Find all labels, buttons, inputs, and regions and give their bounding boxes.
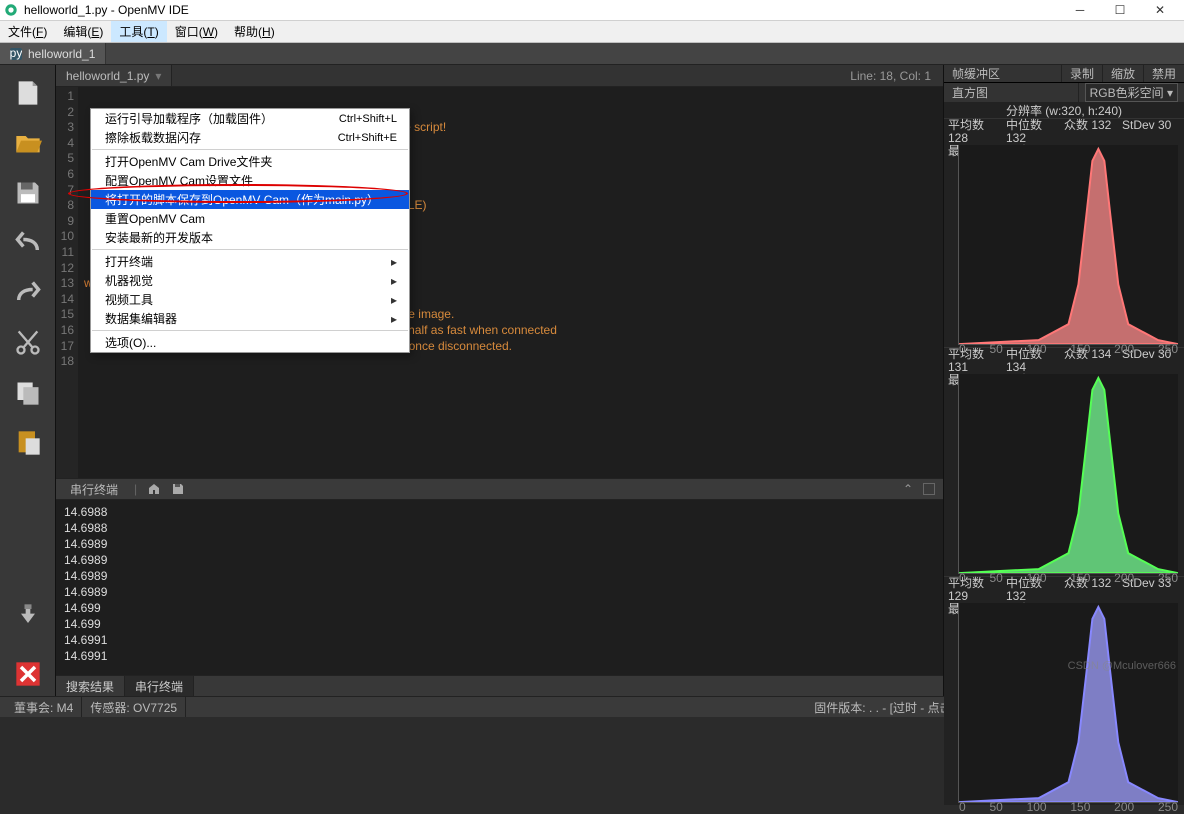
window-title: helloworld_1.py - OpenMV IDE	[24, 3, 1060, 17]
histogram: 平均数 128中位数 132众数 132StDev 30最小 16最大 255L…	[944, 118, 1184, 347]
resolution-label: 分辨率 (w:320, h:240)	[944, 102, 1184, 118]
histogram-header: 直方图 RGB色彩空间 ▾	[944, 83, 1184, 102]
terminal-title: 串行终端	[64, 481, 124, 498]
terminal-collapse-icon[interactable]: ⌃	[903, 482, 913, 496]
stop-icon[interactable]	[14, 660, 42, 688]
menu-item[interactable]: 重置OpenMV Cam	[91, 209, 409, 228]
menu-item[interactable]: 配置OpenMV Cam设置文件	[91, 171, 409, 190]
terminal-save-icon[interactable]	[171, 482, 185, 496]
minimize-button[interactable]: ─	[1060, 0, 1100, 21]
histogram: 平均数 131中位数 134众数 134StDev 30最小 16最大 255L…	[944, 347, 1184, 576]
colorspace-dropdown[interactable]: RGB色彩空间 ▾	[1085, 83, 1178, 102]
new-file-icon[interactable]	[14, 79, 42, 107]
status-segment: 董事会: M4	[6, 697, 82, 717]
connect-icon[interactable]	[14, 602, 42, 630]
editor-infobar: helloworld_1.py ▾ Line: 18, Col: 1	[56, 65, 943, 87]
zoom-button[interactable]: 缩放	[1102, 65, 1143, 82]
file-tab[interactable]: py helloworld_1	[0, 43, 106, 64]
paste-icon[interactable]	[14, 429, 42, 457]
histogram-title: 直方图	[944, 84, 1078, 101]
serial-terminal[interactable]: 14.698814.698814.698914.698914.698914.69…	[56, 500, 943, 675]
tools-menu-dropdown: 运行引导加载程序（加载固件）Ctrl+Shift+L擦除板载数据闪存Ctrl+S…	[90, 108, 410, 353]
file-tab-bar: py helloworld_1	[0, 43, 1184, 65]
maximize-button[interactable]: ☐	[1100, 0, 1140, 21]
bottom-tabs: 搜索结果串行终端	[56, 675, 943, 696]
copy-icon[interactable]	[14, 379, 42, 407]
menu-item[interactable]: 运行引导加载程序（加载固件）Ctrl+Shift+L	[91, 109, 409, 128]
menubar: 文件(F)编辑(E)工具(T)窗口(W)帮助(H)	[0, 21, 1184, 43]
breadcrumb[interactable]: helloworld_1.py ▾	[56, 65, 172, 86]
menu-1[interactable]: 编辑(E)	[55, 21, 111, 42]
right-panel: 帧缓冲区 录制 缩放 禁用 直方图 RGB色彩空间 ▾ 分辨率 (w:320, …	[943, 65, 1184, 696]
menu-item[interactable]: 视频工具▸	[91, 290, 409, 309]
menu-2[interactable]: 工具(T)	[111, 21, 166, 42]
histogram: 平均数 129中位数 132众数 132StDev 33最小 0最大 255LQ…	[944, 576, 1184, 805]
terminal-expand-icon[interactable]	[923, 483, 935, 495]
menu-item[interactable]: 数据集编辑器▸	[91, 309, 409, 328]
menu-item[interactable]: 打开OpenMV Cam Drive文件夹	[91, 152, 409, 171]
framebuffer-header: 帧缓冲区 录制 缩放 禁用	[944, 65, 1184, 82]
app-logo-icon	[4, 3, 18, 17]
menu-0[interactable]: 文件(F)	[0, 21, 55, 42]
python-file-icon: py	[10, 48, 22, 60]
svg-text:py: py	[10, 48, 22, 60]
disable-button[interactable]: 禁用	[1143, 65, 1184, 82]
menu-item[interactable]: 将打开的脚本保存到OpenMV Cam（作为main.py）	[91, 190, 409, 209]
line-gutter: 123456789101112131415161718	[56, 87, 78, 478]
bottom-tab[interactable]: 搜索结果	[56, 676, 125, 696]
menu-item[interactable]: 安装最新的开发版本	[91, 228, 409, 247]
menu-3[interactable]: 窗口(W)	[167, 21, 226, 42]
menu-item[interactable]: 打开终端▸	[91, 252, 409, 271]
cursor-position: Line: 18, Col: 1	[838, 69, 943, 83]
terminal-settings-icon[interactable]	[147, 482, 161, 496]
watermark: CSDN @Mculover666	[1068, 660, 1176, 672]
undo-icon[interactable]	[14, 229, 42, 257]
open-file-icon[interactable]	[14, 129, 42, 157]
left-toolbar	[0, 65, 56, 696]
title-bar: helloworld_1.py - OpenMV IDE ─ ☐ ✕	[0, 0, 1184, 21]
record-button[interactable]: 录制	[1061, 65, 1102, 82]
menu-item[interactable]: 选项(O)...	[91, 333, 409, 352]
file-tab-label: helloworld_1	[28, 47, 95, 61]
framebuffer-title: 帧缓冲区	[944, 65, 1061, 82]
bottom-tab[interactable]: 串行终端	[125, 676, 194, 696]
status-segment: 传感器: OV7725	[82, 697, 186, 717]
menu-item[interactable]: 擦除板载数据闪存Ctrl+Shift+E	[91, 128, 409, 147]
close-button[interactable]: ✕	[1140, 0, 1180, 21]
terminal-toolbar: 串行终端 | ⌃	[56, 478, 943, 500]
cut-icon[interactable]	[14, 329, 42, 357]
menu-item[interactable]: 机器视觉▸	[91, 271, 409, 290]
redo-icon[interactable]	[14, 279, 42, 307]
save-icon[interactable]	[14, 179, 42, 207]
menu-4[interactable]: 帮助(H)	[226, 21, 283, 42]
